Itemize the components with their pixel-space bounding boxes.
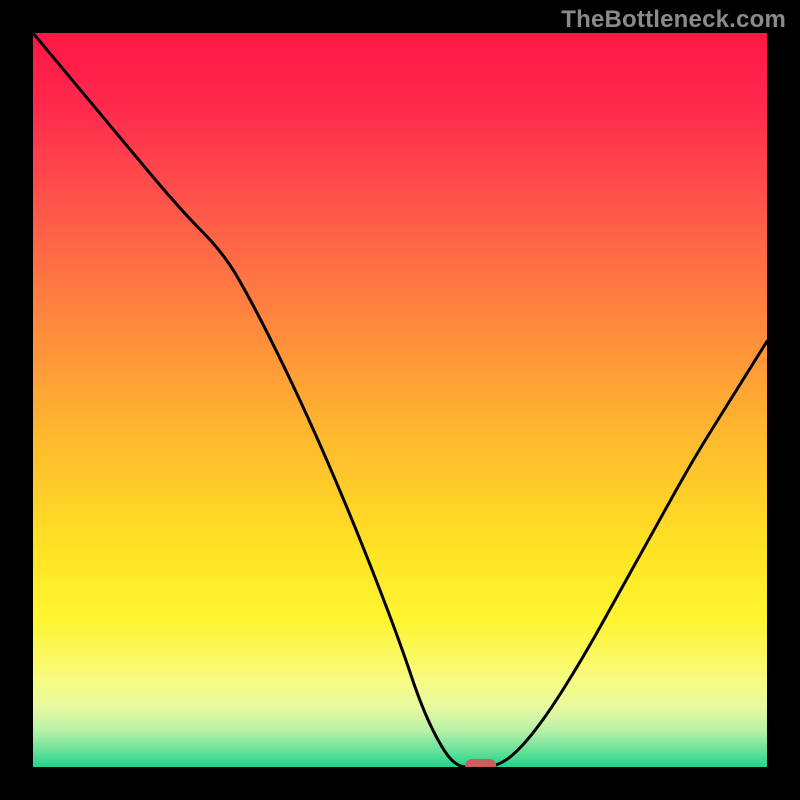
chart-frame: TheBottleneck.com [0, 0, 800, 800]
bottleneck-curve [33, 33, 767, 767]
watermark-text: TheBottleneck.com [561, 6, 786, 34]
plot-area [33, 33, 767, 767]
optimum-marker [466, 760, 496, 768]
curve-layer [33, 33, 767, 767]
